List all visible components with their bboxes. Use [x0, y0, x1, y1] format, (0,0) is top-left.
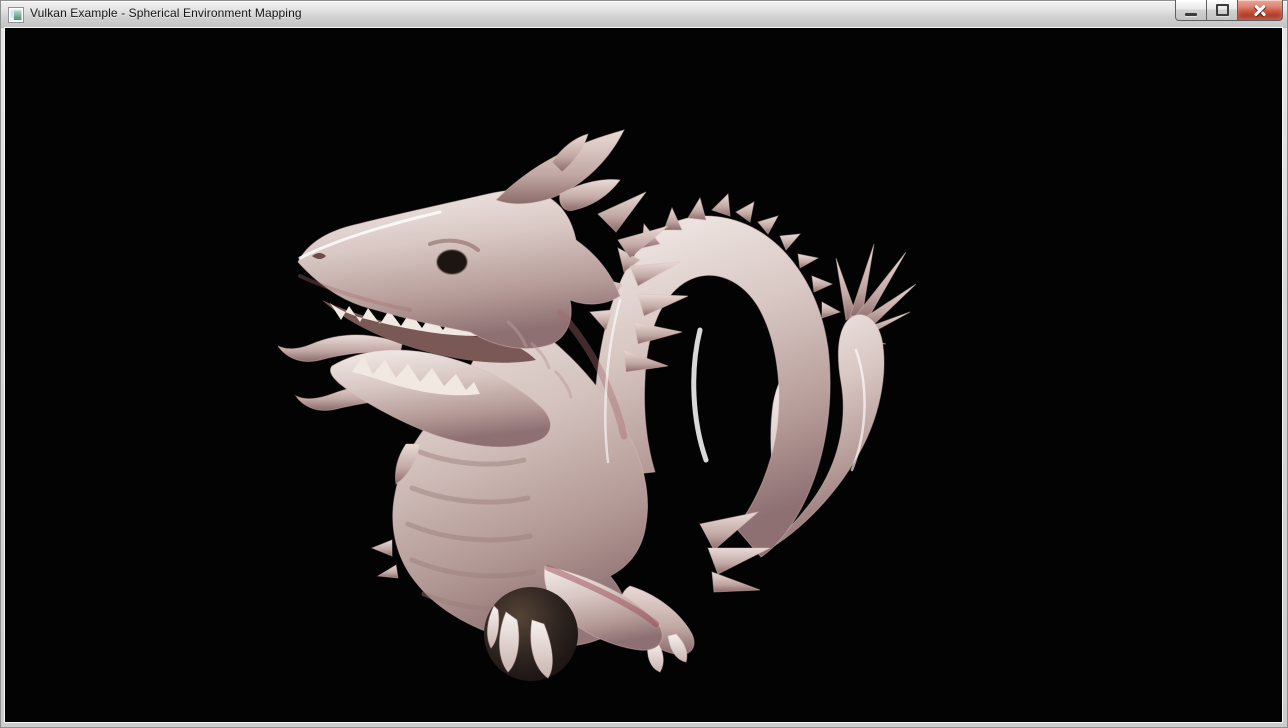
close-icon [1252, 4, 1268, 16]
app-window: Vulkan Example - Spherical Environment M… [0, 0, 1288, 728]
maximize-button[interactable] [1206, 0, 1238, 21]
render-viewport[interactable] [5, 28, 1282, 722]
close-button[interactable] [1237, 0, 1283, 21]
minimize-button[interactable] [1175, 0, 1207, 21]
window-controls [1176, 0, 1283, 21]
maximize-icon [1216, 4, 1229, 16]
application-icon[interactable] [8, 7, 24, 23]
titlebar[interactable]: Vulkan Example - Spherical Environment M… [1, 1, 1287, 28]
window-title: Vulkan Example - Spherical Environment M… [30, 6, 302, 24]
minimize-icon [1185, 13, 1197, 16]
